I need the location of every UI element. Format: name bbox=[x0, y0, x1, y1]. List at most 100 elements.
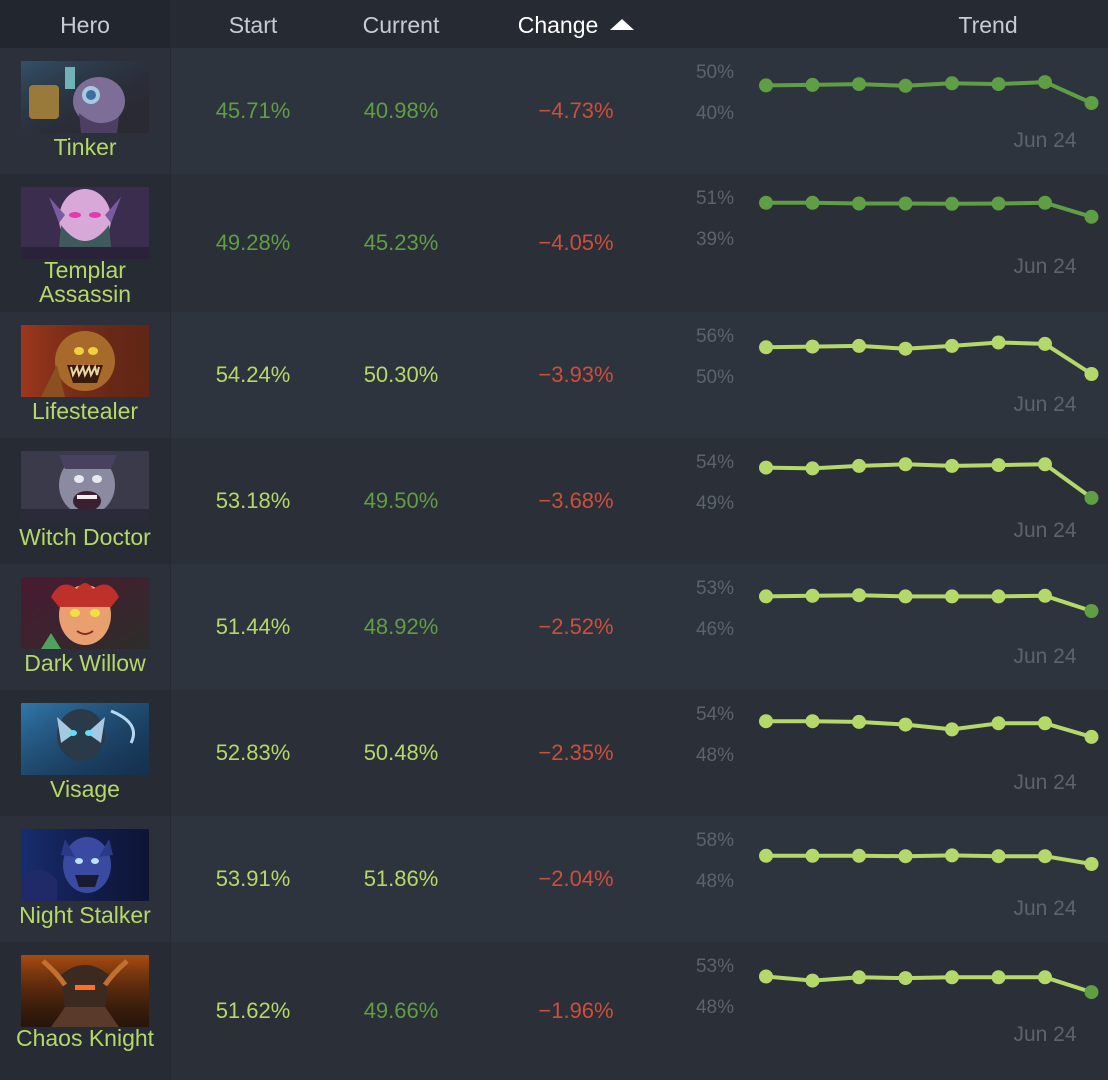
trend-point[interactable] bbox=[898, 78, 913, 93]
trend-point[interactable] bbox=[991, 716, 1006, 731]
trend-point[interactable] bbox=[991, 335, 1006, 350]
trend-point[interactable] bbox=[1038, 970, 1052, 985]
hero-name[interactable]: Tinker bbox=[0, 135, 170, 159]
hero-name[interactable]: Chaos Knight bbox=[0, 1026, 170, 1050]
hero-name[interactable]: Witch Doctor bbox=[0, 525, 170, 549]
trend-point[interactable] bbox=[945, 196, 959, 211]
trend-point[interactable] bbox=[945, 589, 959, 604]
trend-point[interactable] bbox=[991, 849, 1006, 864]
trend-point[interactable] bbox=[1084, 985, 1099, 1000]
trend-point[interactable] bbox=[1038, 457, 1052, 472]
column-header-start[interactable]: Start bbox=[180, 0, 326, 48]
trend-point[interactable] bbox=[852, 77, 866, 92]
table-row[interactable]: Witch Doctor 53.18% 49.50% −3.68% 54% 49% Jun … bbox=[0, 438, 1108, 564]
trend-point[interactable] bbox=[1038, 849, 1052, 864]
hero-portrait[interactable] bbox=[21, 61, 149, 133]
column-header-hero[interactable]: Hero bbox=[0, 0, 170, 48]
trend-point[interactable] bbox=[805, 77, 820, 92]
hero-name[interactable]: Lifestealer bbox=[0, 399, 170, 423]
y-tick-min: 40% bbox=[696, 103, 734, 124]
current-value: 48.92% bbox=[363, 614, 439, 639]
table-row[interactable]: Chaos Knight 51.62% 49.66% −1.96% 53% 48% Jun … bbox=[0, 942, 1108, 1080]
trend-point[interactable] bbox=[898, 717, 913, 732]
x-tick-date: Jun 24 bbox=[1013, 393, 1076, 416]
trend-point[interactable] bbox=[898, 196, 913, 211]
trend-point[interactable] bbox=[1038, 195, 1052, 210]
trend-point[interactable] bbox=[1038, 716, 1052, 731]
trend-point[interactable] bbox=[852, 848, 866, 863]
trend-point[interactable] bbox=[852, 588, 866, 603]
hero-portrait[interactable] bbox=[21, 955, 149, 1027]
trend-point[interactable] bbox=[945, 722, 959, 737]
column-header-current[interactable]: Current bbox=[328, 0, 474, 48]
table-row[interactable]: Lifestealer 54.24% 50.30% −3.93% 56% 50% Jun 2… bbox=[0, 312, 1108, 438]
trend-point[interactable] bbox=[805, 973, 820, 988]
trend-point[interactable] bbox=[759, 969, 773, 984]
hero-portrait[interactable] bbox=[21, 829, 149, 901]
trend-point[interactable] bbox=[759, 460, 773, 475]
trend-point[interactable] bbox=[805, 714, 820, 729]
trend-point[interactable] bbox=[945, 970, 959, 985]
trend-point[interactable] bbox=[852, 338, 866, 353]
trend-point[interactable] bbox=[991, 77, 1006, 92]
trend-point[interactable] bbox=[805, 461, 820, 476]
trend-point[interactable] bbox=[898, 341, 913, 356]
trend-point[interactable] bbox=[852, 458, 866, 473]
trend-chart: 56% 50% Jun 24 bbox=[696, 326, 1099, 416]
trend-point[interactable] bbox=[759, 340, 773, 355]
table-row[interactable]: Dark Willow 51.44% 48.92% −2.52% 53% 46% Jun 2… bbox=[0, 564, 1108, 690]
hero-cell: Chaos Knight bbox=[0, 942, 171, 1080]
hero-name[interactable]: Dark Willow bbox=[0, 651, 170, 675]
trend-point[interactable] bbox=[991, 970, 1006, 985]
table-row[interactable]: Night Stalker 53.91% 51.86% −2.04% 58% 48% Jun… bbox=[0, 816, 1108, 942]
trend-point[interactable] bbox=[759, 195, 773, 210]
trend-point[interactable] bbox=[898, 971, 913, 986]
trend-point[interactable] bbox=[759, 589, 773, 604]
hero-portrait[interactable] bbox=[21, 577, 149, 649]
table-row[interactable]: Visage 52.83% 50.48% −2.35% 54% 48% Jun 24 bbox=[0, 690, 1108, 816]
trend-point[interactable] bbox=[898, 849, 913, 864]
trend-point[interactable] bbox=[1084, 729, 1099, 744]
trend-point[interactable] bbox=[805, 848, 820, 863]
trend-point[interactable] bbox=[1038, 336, 1052, 351]
trend-point[interactable] bbox=[991, 458, 1006, 473]
trend-point[interactable] bbox=[1084, 490, 1099, 505]
trend-point[interactable] bbox=[945, 458, 959, 473]
hero-name[interactable]: Night Stalker bbox=[0, 903, 170, 927]
trend-point[interactable] bbox=[945, 76, 959, 91]
hero-portrait[interactable] bbox=[21, 703, 149, 775]
trend-point[interactable] bbox=[805, 339, 820, 354]
trend-point[interactable] bbox=[991, 196, 1006, 211]
trend-point[interactable] bbox=[759, 848, 773, 863]
hero-name[interactable]: Visage bbox=[0, 777, 170, 801]
table-row[interactable]: Templar Assassin 49.28% 45.23% −4.05% 51% 39%… bbox=[0, 174, 1108, 312]
trend-point[interactable] bbox=[945, 338, 959, 353]
trend-point[interactable] bbox=[1084, 209, 1099, 224]
column-header-trend: Trend bbox=[958, 12, 1018, 38]
trend-point[interactable] bbox=[991, 589, 1006, 604]
hero-portrait[interactable] bbox=[21, 187, 149, 259]
change-value: −2.52% bbox=[538, 614, 614, 639]
trend-point[interactable] bbox=[759, 78, 773, 93]
trend-point[interactable] bbox=[759, 714, 773, 729]
trend-point[interactable] bbox=[945, 848, 959, 863]
trend-point[interactable] bbox=[852, 714, 866, 729]
trend-point[interactable] bbox=[1038, 75, 1052, 90]
trend-point[interactable] bbox=[1038, 588, 1052, 603]
trend-point[interactable] bbox=[898, 457, 913, 472]
hero-name[interactable]: Templar Assassin bbox=[0, 258, 170, 306]
hero-portrait[interactable] bbox=[21, 451, 149, 523]
x-tick-date: Jun 24 bbox=[1013, 519, 1076, 542]
column-header-change[interactable]: Change bbox=[478, 0, 674, 48]
table-row[interactable]: Tinker 45.71% 40.98% −4.73% 50% 40% Jun 24 bbox=[0, 48, 1108, 174]
trend-point[interactable] bbox=[1084, 857, 1099, 871]
trend-point[interactable] bbox=[1084, 604, 1099, 618]
hero-portrait[interactable] bbox=[21, 325, 149, 397]
trend-point[interactable] bbox=[898, 589, 913, 604]
trend-point[interactable] bbox=[1084, 96, 1099, 110]
trend-point[interactable] bbox=[805, 588, 820, 603]
trend-point[interactable] bbox=[852, 970, 866, 985]
trend-point[interactable] bbox=[852, 196, 866, 211]
trend-point[interactable] bbox=[805, 195, 820, 210]
trend-point[interactable] bbox=[1084, 367, 1099, 381]
